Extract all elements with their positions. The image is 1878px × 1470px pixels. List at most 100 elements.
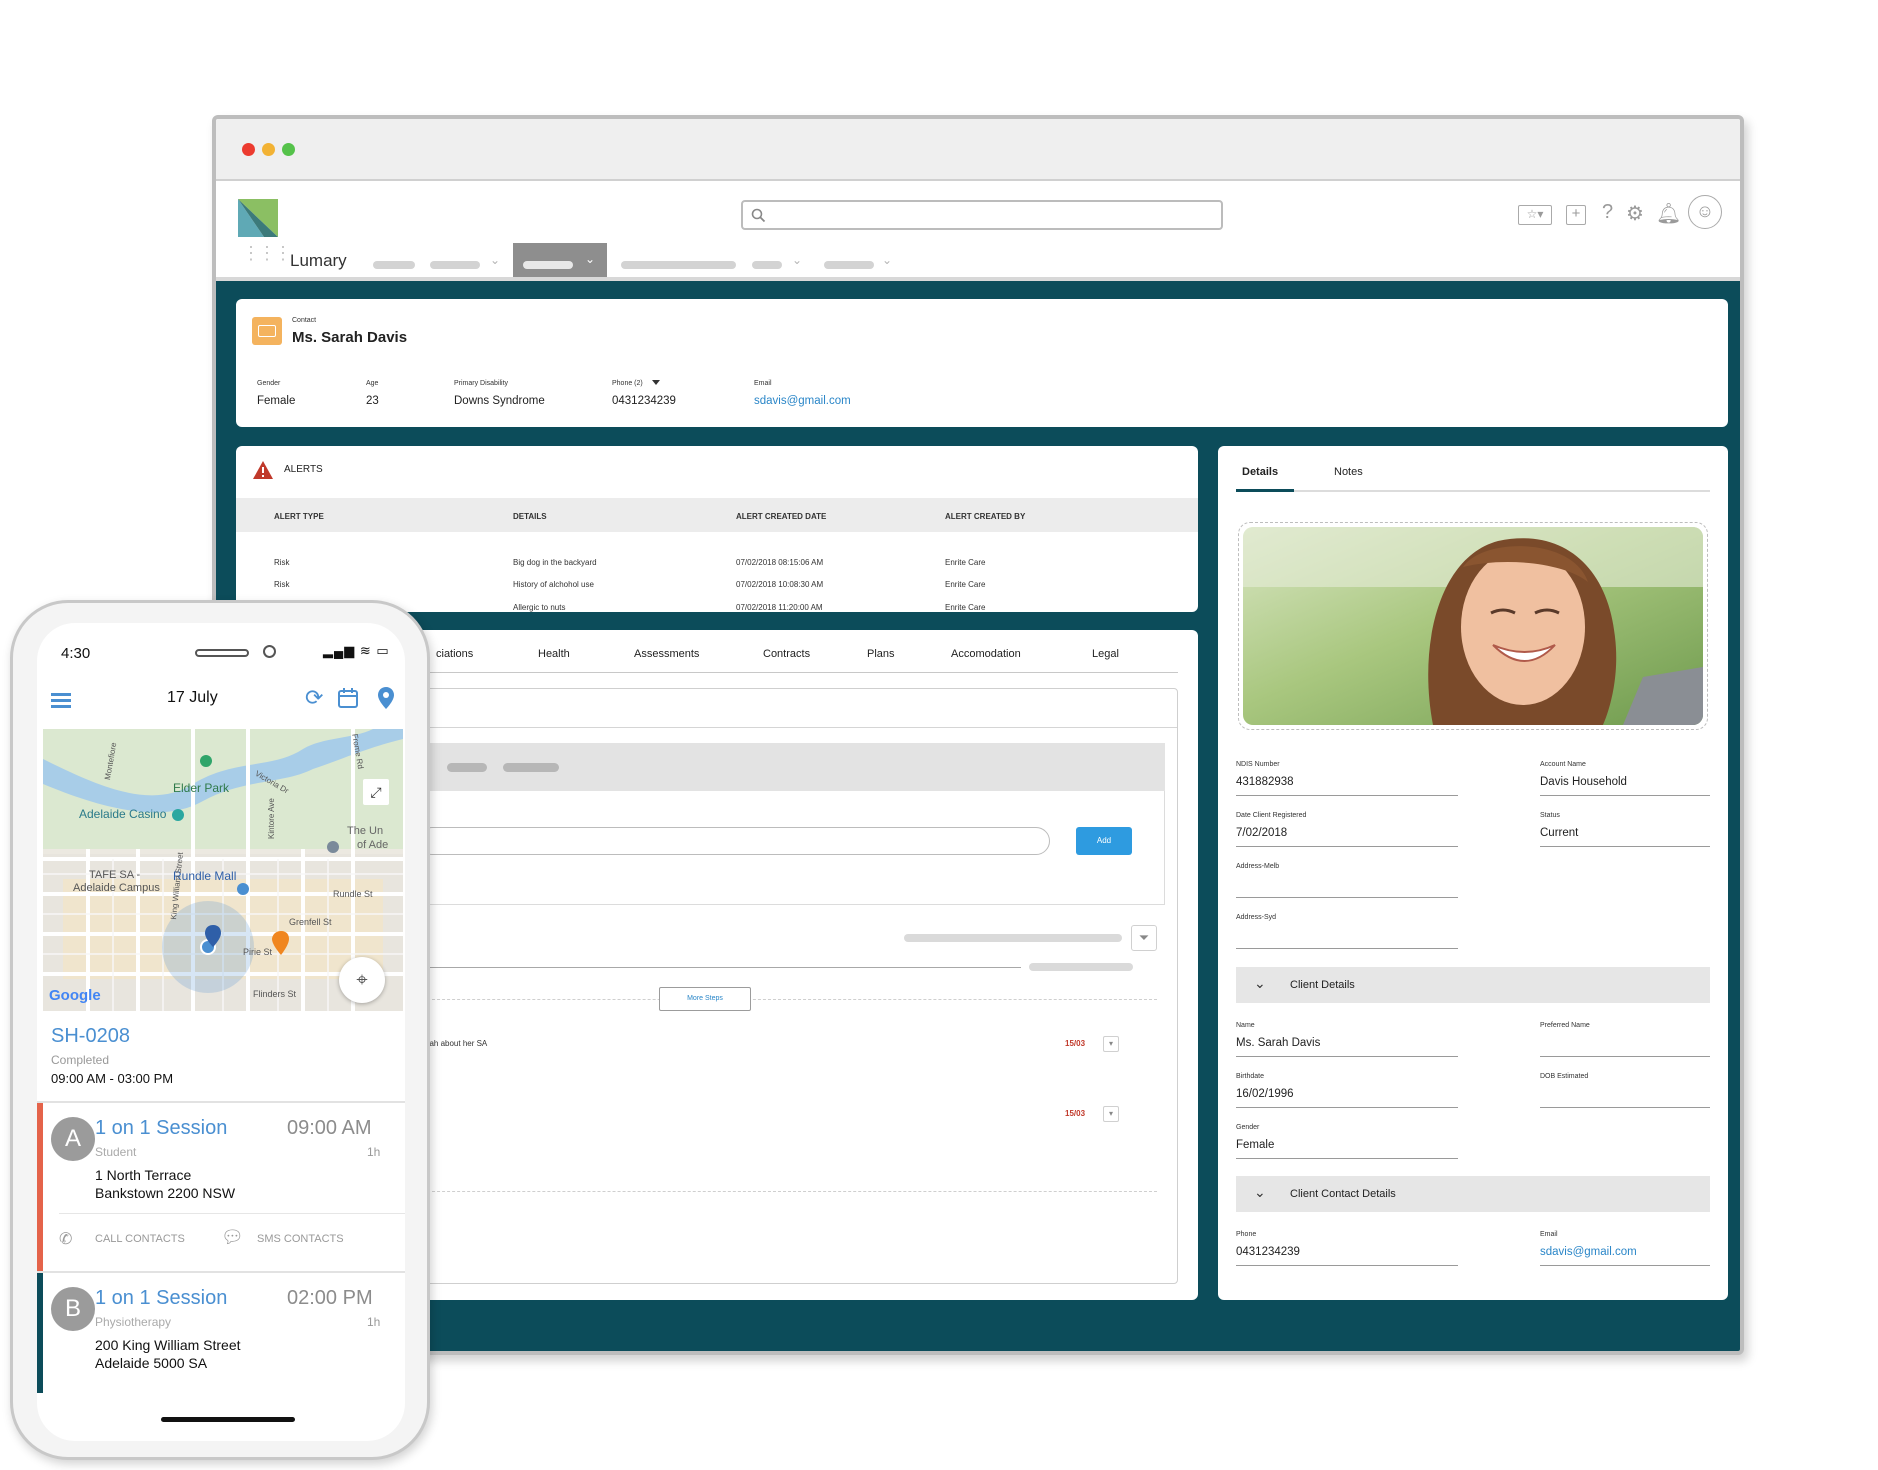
tab-associations[interactable]: ciations (436, 648, 473, 660)
tab-accomodation[interactable]: Accomodation (951, 648, 1021, 660)
map-view[interactable]: Elder Park Adelaide Casino TAFE SA - Ade… (43, 729, 403, 1011)
minimize-window-button[interactable] (262, 143, 275, 156)
session-duration: 1h (367, 1145, 381, 1159)
name-label: Name (1236, 1022, 1255, 1029)
activity-subtabs-bar (417, 743, 1165, 791)
address-syd-label: Address-Syd (1236, 914, 1277, 921)
nav-tab-2[interactable] (430, 261, 480, 269)
settings-gear-icon[interactable]: ⚙ (1626, 201, 1644, 226)
shift-id[interactable]: SH-0208 (51, 1025, 130, 1048)
calendar-icon[interactable] (337, 687, 359, 709)
call-contacts-button[interactable]: CALL CONTACTS (95, 1233, 185, 1245)
col-alert-type[interactable]: ALERT TYPE (274, 512, 324, 521)
more-steps-button[interactable]: More Steps (659, 987, 751, 1011)
client-contact-details-section-header[interactable]: ⌄ Client Contact Details (1236, 1176, 1710, 1212)
alert-details: Big dog in the backyard (513, 558, 597, 567)
maximize-window-button[interactable] (282, 143, 295, 156)
activity-subtab-2[interactable] (503, 763, 559, 772)
nav-tab-2-chevron-icon[interactable]: ⌄ (490, 253, 500, 267)
google-watermark: Google (49, 987, 101, 1004)
close-window-button[interactable] (242, 143, 255, 156)
activity-item-menu-chevron-icon[interactable]: ▾ (1103, 1036, 1119, 1052)
notifications-bell-icon[interactable]: 🔔︎ (1656, 201, 1681, 226)
alert-type-link[interactable]: Risk (274, 580, 290, 589)
global-search-input[interactable] (741, 200, 1223, 230)
status-label: Status (1540, 812, 1560, 819)
client-details-title: Client Details (1290, 979, 1355, 991)
schedule-date: 17 July (167, 689, 218, 706)
activity-subtab-1[interactable] (447, 763, 487, 772)
phone-screen: 4:30 ▂▄▆ ≋ ▭ 17 July ⟳ Elder Park Adelai… (37, 623, 405, 1441)
tab-health[interactable]: Health (538, 648, 570, 660)
mobile-phone: 4:30 ▂▄▆ ≋ ▭ 17 July ⟳ Elder Park Adelai… (10, 600, 430, 1460)
ndis-label: NDIS Number (1236, 761, 1280, 768)
fullscreen-expand-icon[interactable]: ⤢ (363, 779, 389, 805)
tab-notes[interactable]: Notes (1334, 466, 1363, 478)
account-label: Account Name (1540, 761, 1586, 768)
phone-call-icon[interactable]: ✆ (59, 1229, 72, 1249)
nav-tab-active[interactable]: ⌄ (513, 243, 607, 277)
map-label: of Ade (357, 839, 389, 851)
gender-value: Female (257, 395, 296, 407)
tab-contracts[interactable]: Contracts (763, 648, 810, 660)
nav-tab-4[interactable] (621, 261, 736, 269)
my-location-crosshair-icon[interactable]: ⌖ (339, 957, 385, 1003)
lumary-logo[interactable] (238, 199, 278, 237)
alert-details: History of alchohol use (513, 580, 594, 589)
refresh-icon[interactable]: ⟳ (305, 685, 323, 711)
composer-input[interactable] (418, 827, 1050, 855)
contact-card-icon (252, 317, 282, 345)
chevron-down-icon: ⌄ (1254, 1184, 1266, 1200)
nav-tab-1[interactable] (373, 261, 415, 269)
email-label: Email (754, 380, 772, 387)
status-value: Current (1540, 827, 1579, 839)
phone-value: 0431234239 (612, 395, 676, 407)
col-created-by[interactable]: ALERT CREATED BY (945, 512, 1025, 521)
tab-plans[interactable]: Plans (867, 648, 895, 660)
alerts-title: ALERTS (284, 464, 323, 475)
tab-assessments[interactable]: Assessments (634, 648, 699, 660)
hamburger-menu-icon[interactable] (51, 693, 71, 708)
nav-tab-5[interactable] (752, 261, 782, 269)
browser-window: ☆▾ + ? ⚙ 🔔︎ ☺ ⋮⋮⋮ Lumary ⌄ ⌄ ⌄ ⌄ Contact… (212, 115, 1744, 1355)
account-value: Davis Household (1540, 776, 1627, 788)
activity-item-menu-chevron-icon[interactable]: ▾ (1103, 1106, 1119, 1122)
session-title: 1 on 1 Session (95, 1117, 228, 1139)
contact-header-card: Contact Ms. Sarah Davis Gender Female Ag… (236, 299, 1728, 427)
sms-contacts-button[interactable]: SMS CONTACTS (257, 1233, 344, 1245)
help-icon[interactable]: ? (1602, 201, 1613, 224)
details-card: Details Notes NDIS Number 431882938 Acco… (1218, 446, 1728, 1300)
timeline-divider (417, 967, 1021, 968)
home-indicator[interactable] (161, 1417, 295, 1422)
nav-tab-6[interactable] (824, 261, 874, 269)
nav-tab-5-chevron-icon[interactable]: ⌄ (792, 253, 802, 267)
session-card[interactable]: A 1 on 1 Session 09:00 AM Student 1h 1 N… (37, 1103, 405, 1271)
contact-phone-label: Phone (1236, 1231, 1257, 1238)
col-details[interactable]: DETAILS (513, 512, 547, 521)
tab-details[interactable]: Details (1242, 466, 1278, 478)
favorites-icon[interactable]: ☆▾ (1518, 205, 1552, 225)
location-pin-icon[interactable] (377, 686, 395, 710)
add-button[interactable]: Add (1076, 827, 1132, 855)
phone-dropdown-icon[interactable] (652, 380, 660, 385)
user-avatar-icon[interactable]: ☺ (1688, 195, 1722, 229)
app-launcher-grid-icon[interactable]: ⋮⋮⋮ (242, 243, 292, 264)
client-details-section-header[interactable]: ⌄ Client Details (1236, 967, 1710, 1003)
sms-chat-bubble-icon[interactable]: 💬︎ (221, 1227, 244, 1248)
nav-tab-6-chevron-icon[interactable]: ⌄ (882, 253, 892, 267)
phone-label: Phone (2) (612, 380, 643, 387)
map-label: TAFE SA - (89, 869, 141, 881)
map-label: Adelaide Campus (73, 882, 160, 894)
session-card[interactable]: B 1 on 1 Session 02:00 PM Physiotherapy … (37, 1273, 405, 1403)
col-created-date[interactable]: ALERT CREATED DATE (736, 512, 826, 521)
session-avatar: B (51, 1287, 95, 1331)
tab-legal[interactable]: Legal (1092, 648, 1119, 660)
filter-funnel-icon[interactable]: ⏷ (1131, 925, 1157, 951)
add-icon[interactable]: + (1566, 205, 1586, 225)
alert-type-link[interactable]: Risk (274, 558, 290, 567)
contact-email-link[interactable]: sdavis@gmail.com (1540, 1246, 1637, 1258)
email-link[interactable]: sdavis@gmail.com (754, 395, 851, 407)
alert-date: 07/02/2018 08:15:06 AM (736, 558, 824, 567)
activity-item-date: 15/03 (1065, 1109, 1086, 1118)
session-duration: 1h (367, 1315, 381, 1329)
